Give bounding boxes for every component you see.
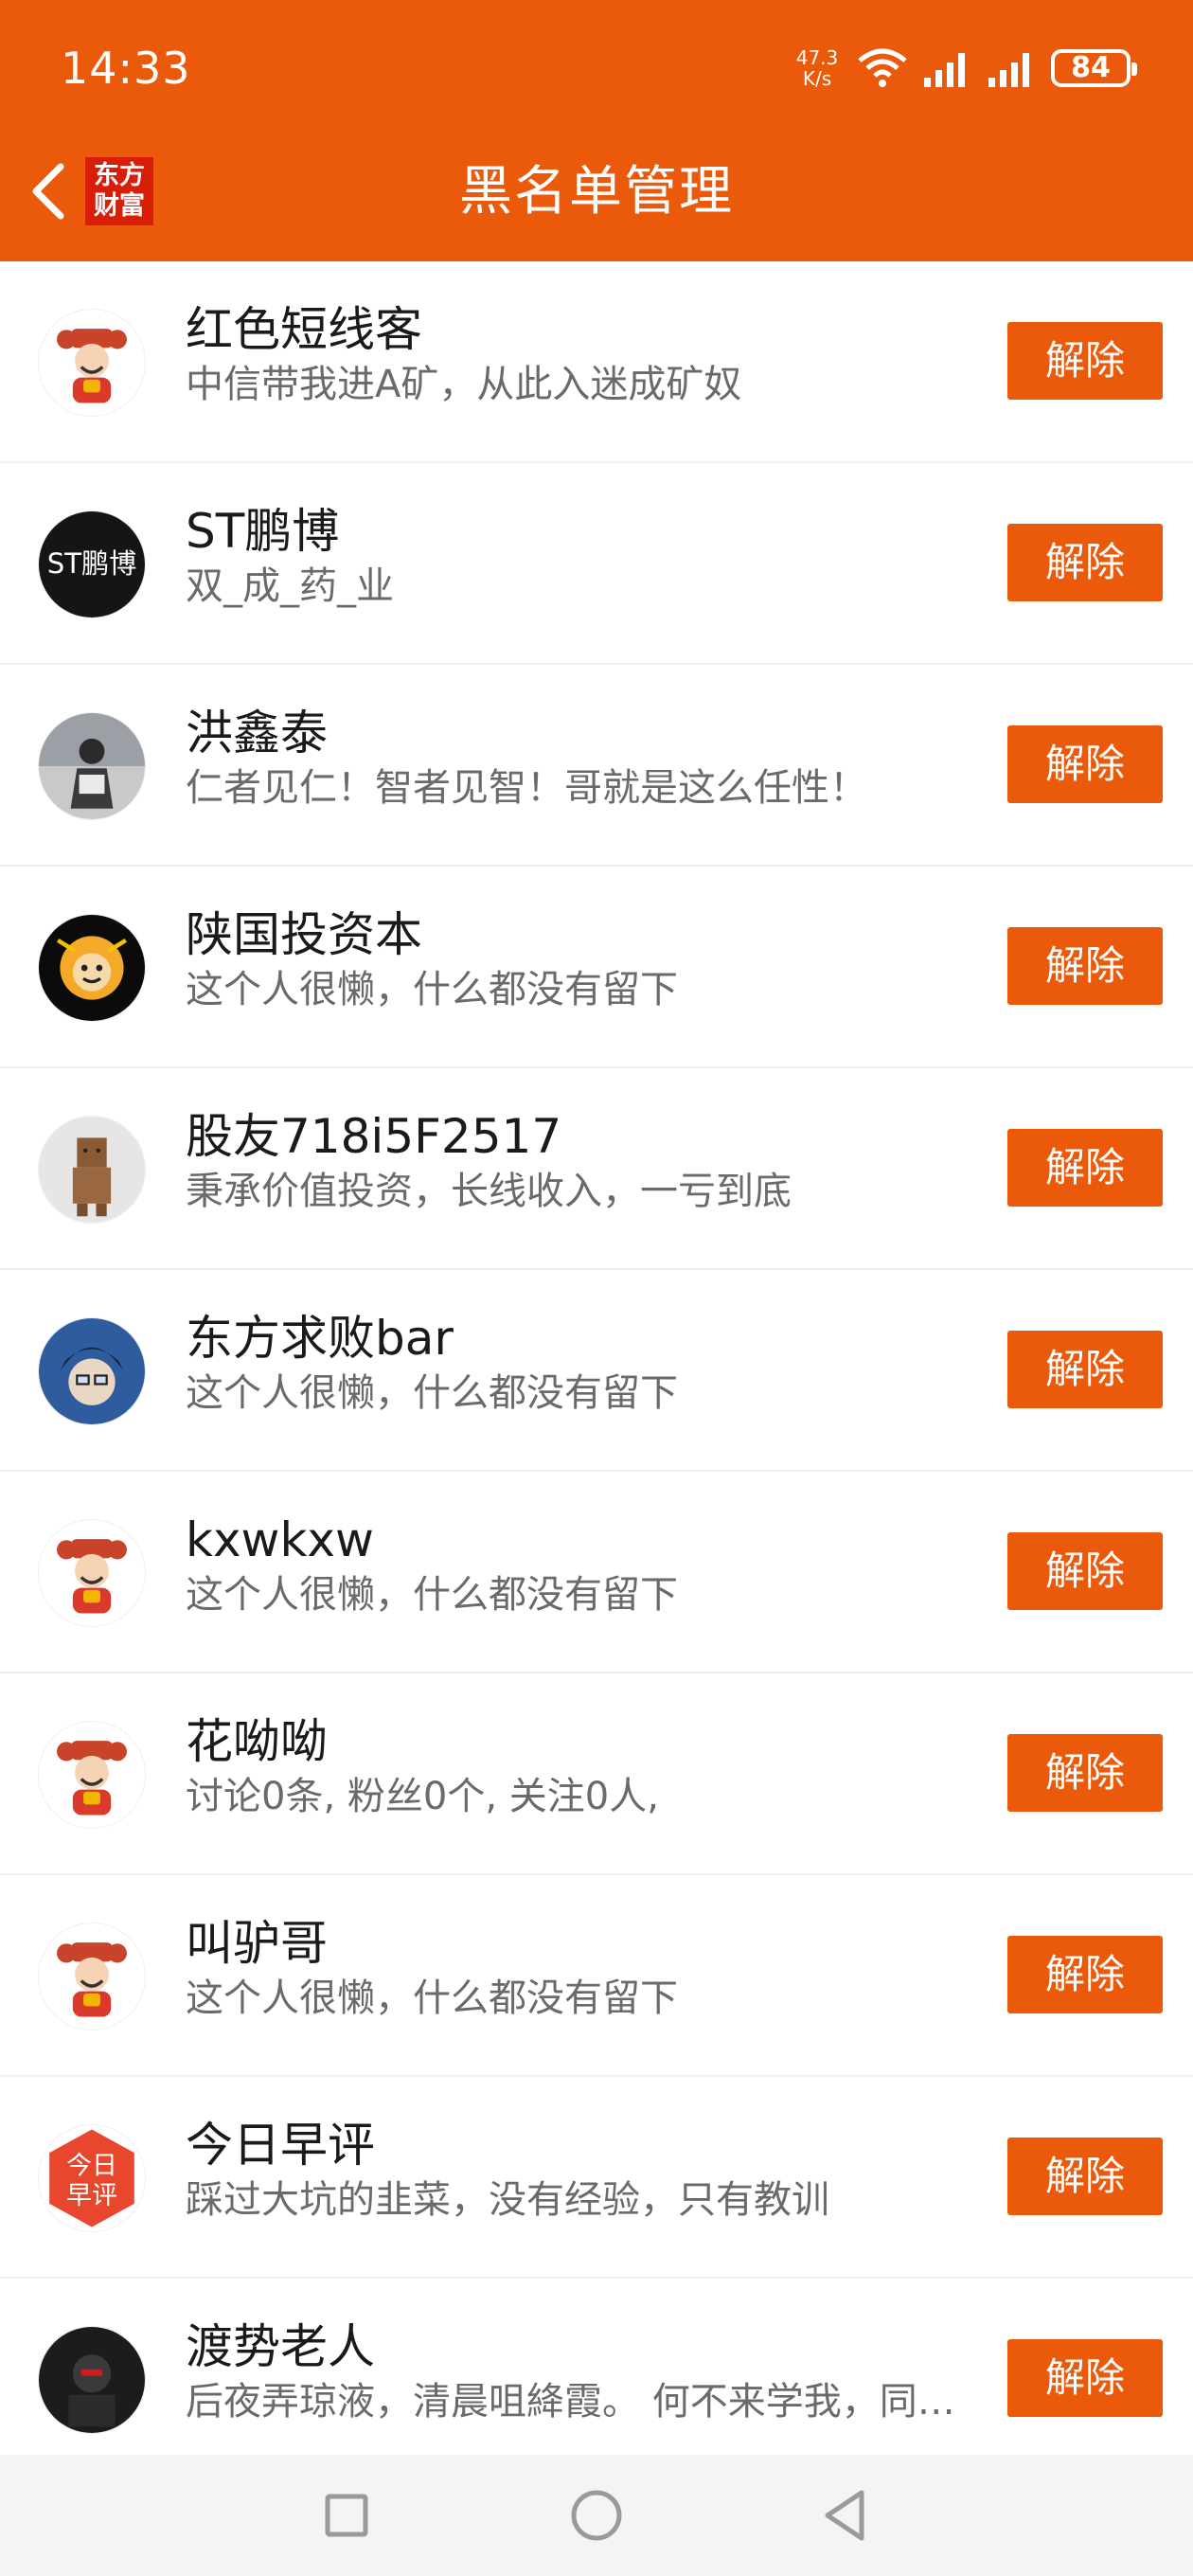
- battery-indicator: 84: [1051, 49, 1137, 87]
- avatar-text-2: 早评: [66, 2181, 117, 2210]
- list-item[interactable]: 叫驴哥 这个人很懒，什么都没有留下 解除: [0, 1875, 1193, 2077]
- avatar[interactable]: [38, 1116, 146, 1224]
- unblock-button[interactable]: 解除: [1007, 927, 1163, 1005]
- list-item[interactable]: 东方求败bar 这个人很懒，什么都没有留下 解除: [0, 1270, 1193, 1472]
- user-info: 花呦呦讨论0条, 粉丝0个, 关注0人,: [186, 1711, 990, 1821]
- user-info: 渡势老人后夜弄琼液，清晨咀絳霞。 何不来学我，同…: [186, 2317, 990, 2426]
- system-nav-bar: [0, 2455, 1193, 2576]
- unblock-button[interactable]: 解除: [1007, 1532, 1163, 1610]
- user-info: 洪鑫泰仁者见仁！智者见智！哥就是这么任性！: [186, 703, 990, 813]
- unblock-button[interactable]: 解除: [1007, 1936, 1163, 2013]
- user-name: 东方求败bar: [186, 1311, 454, 1366]
- signal-icon-1: [924, 53, 965, 87]
- user-bio: 仁者见仁！智者见智！哥就是这么任性！: [186, 766, 867, 810]
- user-name: 红色短线客: [186, 302, 422, 357]
- user-info: 今日早评踩过大坑的韭菜，没有经验，只有教训: [186, 2115, 990, 2225]
- user-bio: 秉承价值投资，长线收入，一亏到底: [186, 1170, 792, 1213]
- status-icons: 47.3 K/s 84: [792, 42, 1137, 95]
- network-speed: 47.3 K/s: [792, 47, 843, 89]
- user-name: 陕国投资本: [186, 907, 422, 962]
- page-title: 黑名单管理: [459, 161, 734, 223]
- avatar[interactable]: [38, 1317, 146, 1425]
- user-bio: 踩过大坑的韭菜，没有经验，只有教训: [186, 2178, 829, 2222]
- user-info: ST鹏博双_成_药_业: [186, 501, 990, 611]
- unblock-button[interactable]: 解除: [1007, 1331, 1163, 1408]
- user-info: 叫驴哥这个人很懒，什么都没有留下: [186, 1913, 990, 2023]
- unblock-button[interactable]: 解除: [1007, 322, 1163, 400]
- avatar[interactable]: [38, 914, 146, 1022]
- user-bio: 讨论0条, 粉丝0个, 关注0人,: [186, 1775, 659, 1818]
- square-icon[interactable]: [309, 2478, 384, 2553]
- user-name: ST鹏博: [186, 504, 340, 559]
- app-header: 14:33 47.3 K/s 84 东方 财富 黑名单管理: [0, 0, 1193, 261]
- user-name: 股友718i5F2517: [186, 1109, 562, 1164]
- network-speed-value: 47.3: [795, 46, 839, 69]
- list-item[interactable]: 洪鑫泰 仁者见仁！智者见智！哥就是这么任性！ 解除: [0, 665, 1193, 867]
- list-item[interactable]: 花呦呦 讨论0条, 粉丝0个, 关注0人, 解除: [0, 1673, 1193, 1875]
- triangle-back-icon[interactable]: [807, 2478, 882, 2553]
- avatar-text-1: 今日: [66, 2152, 117, 2181]
- avatar[interactable]: [38, 1923, 146, 2030]
- unblock-button[interactable]: 解除: [1007, 524, 1163, 601]
- list-item[interactable]: 渡势老人 后夜弄琼液，清晨咀絳霞。 何不来学我，同… 解除: [0, 2279, 1193, 2480]
- list-item[interactable]: 红色短线客 中信带我进A矿，从此入迷成矿奴 解除: [0, 261, 1193, 463]
- user-name: 洪鑫泰: [186, 706, 328, 760]
- wifi-icon: [858, 48, 907, 87]
- unblock-button[interactable]: 解除: [1007, 2339, 1163, 2417]
- blacklist-list: 红色短线客 中信带我进A矿，从此入迷成矿奴 解除 ST鹏博 ST鹏博 双_成_药_业 解除洪…: [0, 261, 1193, 2480]
- user-bio: 双_成_药_业: [186, 564, 394, 608]
- signal-icon-2: [988, 53, 1029, 87]
- user-info: 红色短线客中信带我进A矿，从此入迷成矿奴: [186, 299, 990, 409]
- user-bio: 中信带我进A矿，从此入迷成矿奴: [186, 363, 742, 406]
- unblock-button[interactable]: 解除: [1007, 1734, 1163, 1812]
- avatar[interactable]: [38, 712, 146, 820]
- circle-icon[interactable]: [559, 2478, 634, 2553]
- user-name: kxwkxw: [186, 1512, 374, 1567]
- user-info: 股友718i5F2517 秉承价值投资，长线收入，一亏到底: [186, 1106, 990, 1216]
- list-item[interactable]: ST鹏博 ST鹏博 双_成_药_业 解除: [0, 463, 1193, 665]
- avatar[interactable]: [38, 1721, 146, 1829]
- avatar-text: ST鹏博: [47, 547, 136, 580]
- network-speed-unit: K/s: [802, 67, 832, 90]
- user-bio: 这个人很懒，什么都没有留下: [186, 1573, 678, 1617]
- avatar[interactable]: [38, 2326, 146, 2434]
- user-name: 今日早评: [186, 2118, 375, 2173]
- user-name: 花呦呦: [186, 1714, 328, 1769]
- avatar[interactable]: 今日 早评: [38, 2124, 146, 2232]
- avatar[interactable]: [38, 1519, 146, 1627]
- unblock-button[interactable]: 解除: [1007, 725, 1163, 803]
- status-time: 14:33: [61, 43, 191, 94]
- user-info: kxwkxw 这个人很懒，什么都没有留下: [186, 1510, 990, 1619]
- list-item[interactable]: 股友718i5F2517 秉承价值投资，长线收入，一亏到底 解除: [0, 1068, 1193, 1270]
- list-item[interactable]: 今日 早评 今日早评 踩过大坑的韭菜，没有经验，只有教训 解除: [0, 2077, 1193, 2279]
- unblock-button[interactable]: 解除: [1007, 1129, 1163, 1207]
- user-bio: 这个人很懒，什么都没有留下: [186, 1977, 678, 2020]
- user-info: 陕国投资本这个人很懒，什么都没有留下: [186, 904, 990, 1014]
- avatar[interactable]: ST鹏博: [38, 510, 146, 618]
- user-name: 渡势老人: [186, 2319, 375, 2374]
- user-name: 叫驴哥: [186, 1916, 328, 1971]
- list-item[interactable]: kxwkxw 这个人很懒，什么都没有留下 解除: [0, 1472, 1193, 1673]
- avatar[interactable]: [38, 309, 146, 417]
- user-bio: 这个人很懒，什么都没有留下: [186, 1371, 678, 1415]
- user-info: 东方求败bar 这个人很懒，什么都没有留下: [186, 1308, 990, 1418]
- user-bio: 这个人很懒，什么都没有留下: [186, 968, 678, 1011]
- unblock-button[interactable]: 解除: [1007, 2138, 1163, 2215]
- list-item[interactable]: 陕国投资本 这个人很懒，什么都没有留下 解除: [0, 867, 1193, 1068]
- user-bio: 后夜弄琼液，清晨咀絳霞。 何不来学我，同…: [186, 2380, 955, 2424]
